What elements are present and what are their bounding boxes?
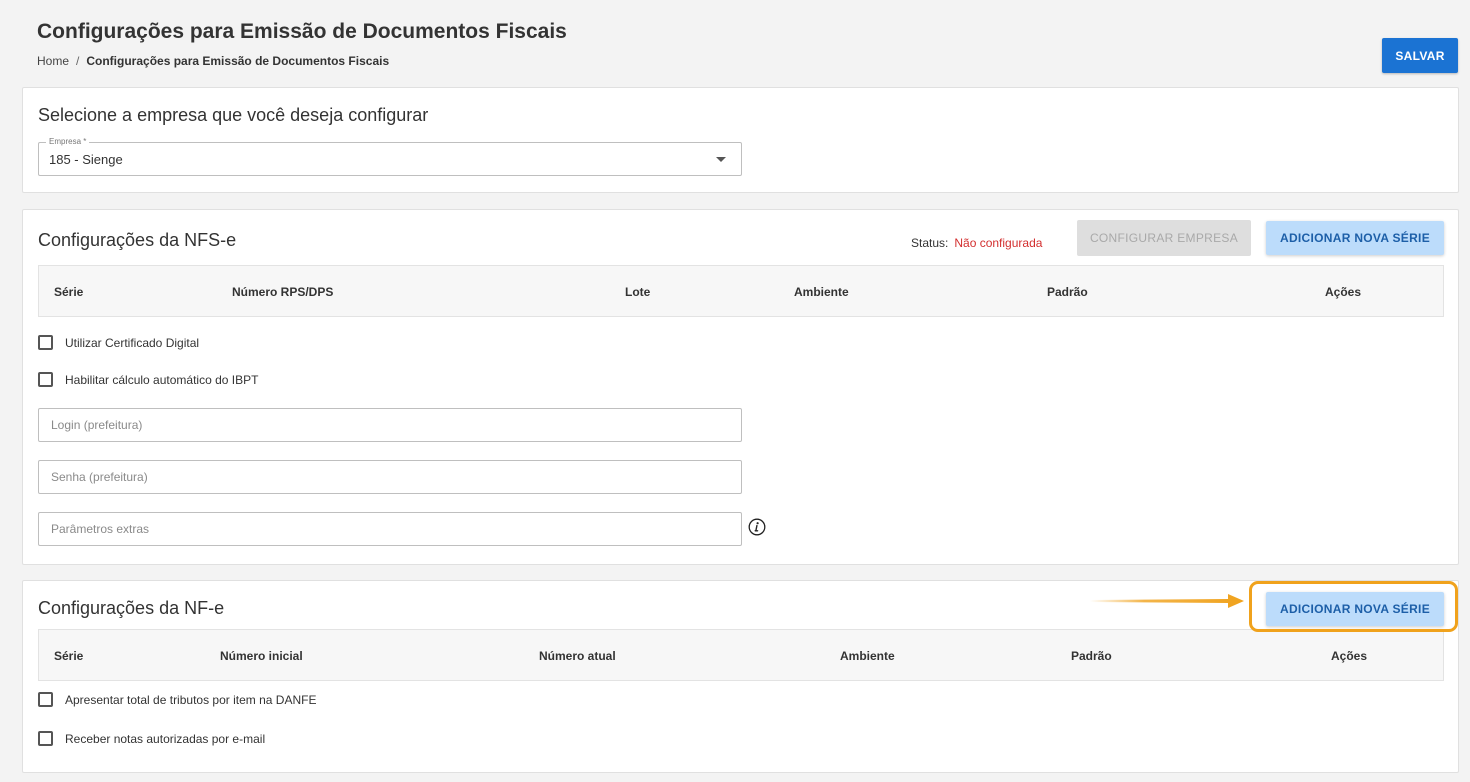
arrow-right-icon [1090, 594, 1244, 608]
ibpt-checkbox-row[interactable]: Habilitar cálculo automático do IBPT [38, 372, 258, 387]
company-card: Selecione a empresa que você deseja conf… [22, 87, 1459, 193]
info-icon[interactable] [748, 518, 766, 536]
nfe-col-ambiente: Ambiente [840, 649, 895, 663]
danfe-checkbox-row[interactable]: Apresentar total de tributos por item na… [38, 692, 316, 707]
nfse-table-header: Série Número RPS/DPS Lote Ambiente Padrã… [38, 265, 1444, 317]
nfse-col-numero-rps: Número RPS/DPS [232, 285, 334, 299]
nfse-section-title: Configurações da NFS-e [38, 230, 237, 250]
password-field-wrapper [38, 460, 742, 494]
login-field-wrapper [38, 408, 742, 442]
nfse-card: Configurações da NFS-e Status: Não config… [22, 209, 1459, 565]
breadcrumb-current: Configurações para Emissão de Documentos… [86, 54, 390, 68]
nfe-table-header: Série Número inicial Número atual Ambien… [38, 629, 1444, 681]
certificate-checkbox-label: Utilizar Certificado Digital [65, 335, 200, 350]
status-badge: Não configurada [954, 236, 1043, 250]
nfe-col-serie: Série [54, 649, 84, 663]
certificate-checkbox-row[interactable]: Utilizar Certificado Digital [38, 335, 199, 350]
page-title: Configurações para Emissão de Documentos… [37, 20, 567, 43]
nfse-col-ambiente: Ambiente [794, 285, 849, 299]
certificate-checkbox[interactable] [38, 335, 53, 350]
nfe-section-title: Configurações da NF-e [38, 598, 225, 618]
ibpt-checkbox-label: Habilitar cálculo automático do IBPT [65, 372, 259, 387]
nfe-col-numero-inicial: Número inicial [220, 649, 303, 663]
login-field[interactable] [39, 409, 741, 441]
extra-params-field[interactable] [39, 513, 741, 545]
email-checkbox[interactable] [38, 731, 53, 746]
password-field[interactable] [39, 461, 741, 493]
nfe-col-numero-atual: Número atual [539, 649, 616, 663]
caret-down-icon[interactable] [716, 157, 726, 162]
email-checkbox-row[interactable]: Receber notas autorizadas por e-mail [38, 731, 265, 746]
nfe-col-acoes: Ações [1331, 649, 1368, 663]
extra-params-field-wrapper [38, 512, 742, 546]
breadcrumb-home-link[interactable]: Home [37, 54, 69, 68]
danfe-checkbox[interactable] [38, 692, 53, 707]
nfe-col-padrao: Padrão [1071, 649, 1112, 663]
breadcrumb: Home / Configurações para Emissão de Docum… [37, 54, 389, 68]
ibpt-checkbox[interactable] [38, 372, 53, 387]
nfse-col-acoes: Ações [1325, 285, 1362, 299]
nfse-col-padrao: Padrão [1047, 285, 1088, 299]
danfe-checkbox-label: Apresentar total de tributos por item na… [65, 692, 317, 707]
company-select-value: 185 - Sienge [49, 152, 123, 167]
company-section-title: Selecione a empresa que você deseja conf… [38, 105, 429, 125]
breadcrumb-separator: / [76, 54, 80, 68]
email-checkbox-label: Receber notas autorizadas por e-mail [65, 731, 266, 746]
save-button[interactable]: SALVAR [1382, 38, 1458, 73]
configure-company-button[interactable]: CONFIGURAR EMPRESA [1077, 220, 1251, 256]
nfse-add-series-button[interactable]: ADICIONAR NOVA SÉRIE [1266, 221, 1444, 255]
nfse-col-lote: Lote [625, 285, 651, 299]
company-select[interactable]: Empresa * 185 - Sienge [38, 137, 742, 176]
company-select-label: Empresa * [46, 137, 90, 146]
nfse-status-label: Status: [911, 236, 949, 250]
nfse-col-serie: Série [54, 285, 84, 299]
highlight-annotation [1249, 581, 1458, 632]
nfse-status: Status: Não configurada [911, 236, 1042, 250]
